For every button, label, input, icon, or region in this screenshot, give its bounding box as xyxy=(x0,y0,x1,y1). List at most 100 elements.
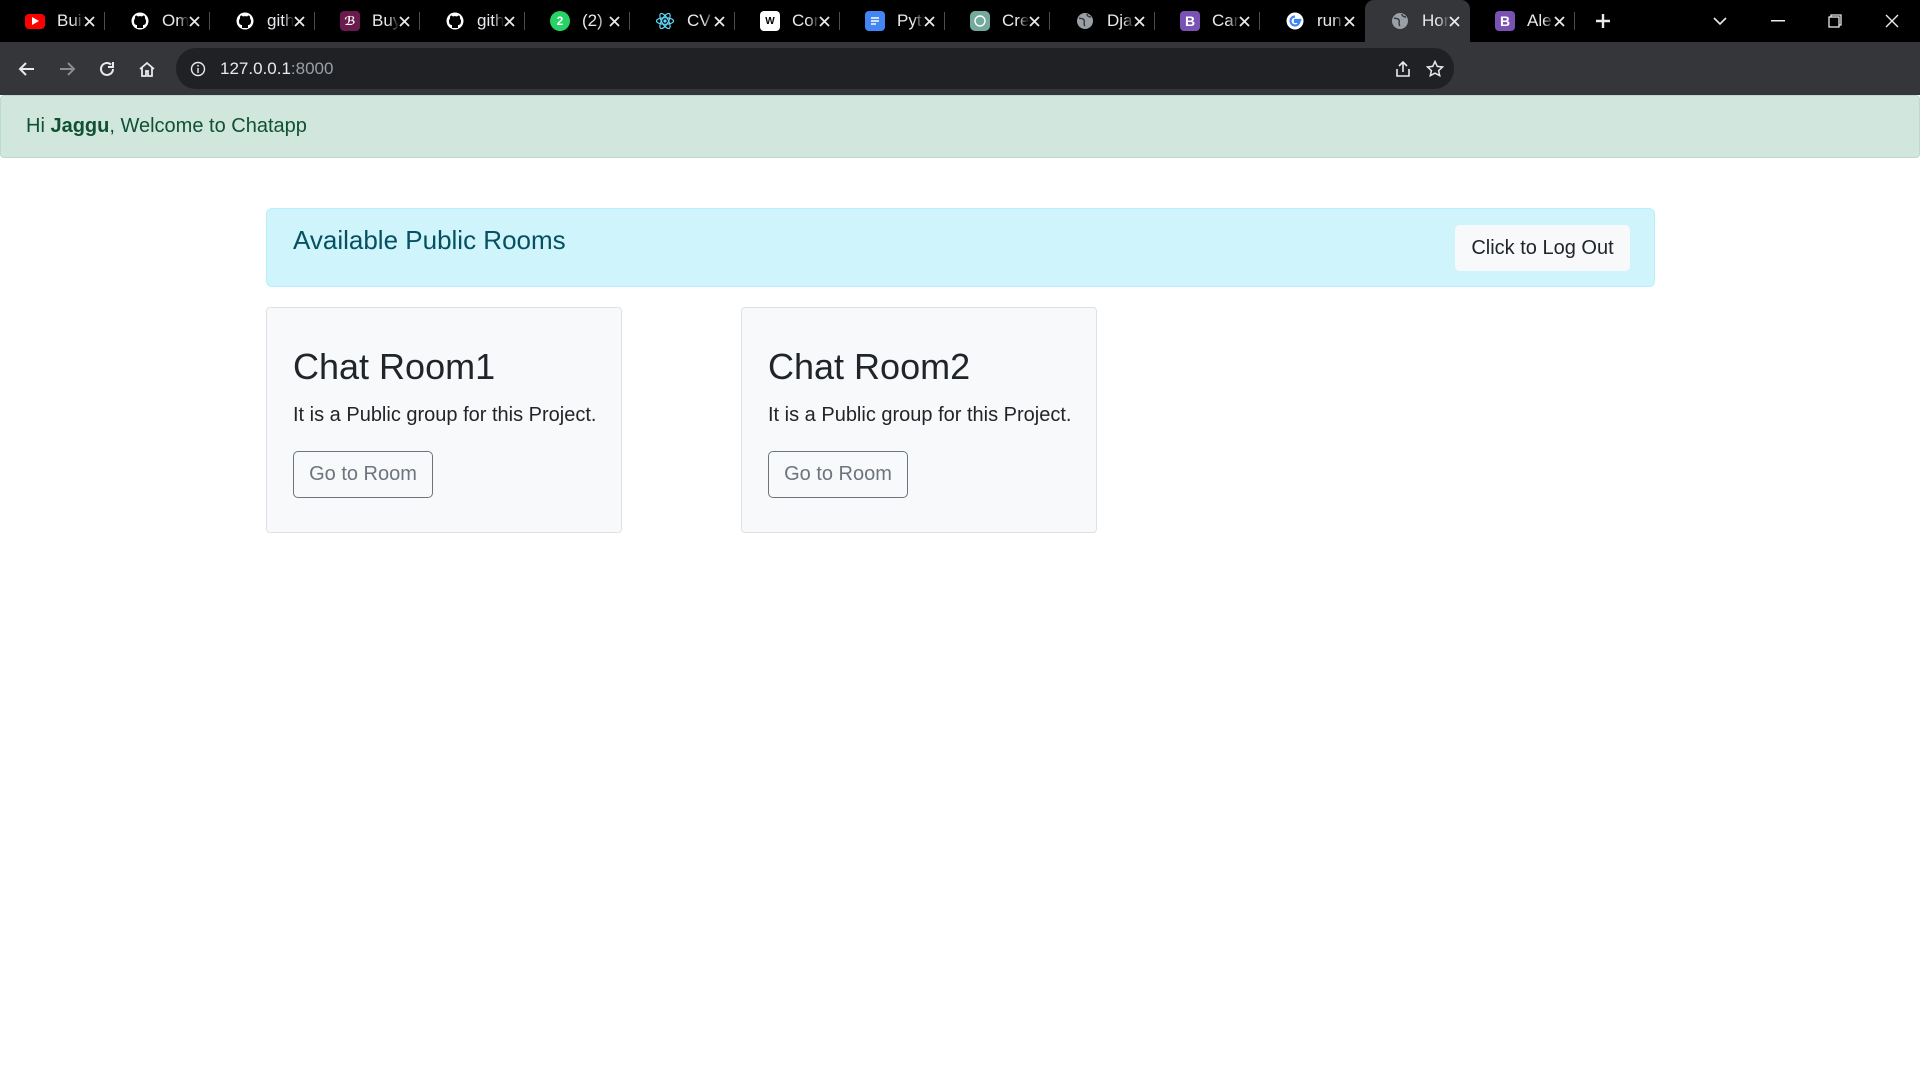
tab-title: CV xyxy=(687,11,711,30)
url-host: 127.0.0.1 xyxy=(220,58,291,78)
github-icon xyxy=(130,11,150,31)
tab-title: Pyth xyxy=(897,11,924,30)
room-name: Chat Room1 xyxy=(293,346,496,387)
tab-title: Buil xyxy=(57,11,84,30)
tab-title: Om xyxy=(162,11,189,30)
arrow-left-icon xyxy=(18,61,34,76)
bookmark-star-icon[interactable] xyxy=(1426,59,1444,78)
share-icon[interactable] xyxy=(1394,60,1412,78)
tab-strip: Buil Om gith ℬ Buy gith 2 (2) \ CV W Con Pyth Cre Dja… xyxy=(0,0,1920,42)
whatsapp-icon: 2 xyxy=(550,11,570,31)
browser-tab[interactable]: Om xyxy=(105,0,210,42)
logout-button[interactable]: Click to Log Out xyxy=(1455,225,1630,271)
buymeacoffee-icon: ℬ xyxy=(340,11,360,31)
close-icon[interactable] xyxy=(1134,12,1145,30)
room-name: Chat Room2 xyxy=(768,346,971,387)
close-icon[interactable] xyxy=(1449,12,1460,30)
window-controls xyxy=(1749,0,1920,42)
tab-title: Car xyxy=(1212,11,1239,30)
room-description: It is a Public group for this Project. xyxy=(293,404,597,426)
url-port: :8000 xyxy=(290,58,334,78)
home-icon xyxy=(139,61,155,77)
globe-icon xyxy=(1075,11,1095,31)
google-icon xyxy=(1285,11,1305,31)
browser-tab[interactable]: 2 (2) \ xyxy=(525,0,630,42)
tab-title: Cre xyxy=(1002,11,1029,30)
room-card: Chat Room1 It is a Public group for this… xyxy=(266,307,622,533)
browser-tab[interactable]: Buil xyxy=(0,0,105,42)
rooms-header: Available Public Rooms Click to Log Out xyxy=(266,208,1655,287)
reload-button[interactable] xyxy=(87,49,127,89)
tab-title: Con xyxy=(792,11,819,30)
address-bar[interactable]: 127.0.0.1:8000 xyxy=(176,48,1454,89)
browser-tab[interactable]: Pyth xyxy=(840,0,945,42)
reload-icon xyxy=(100,61,114,76)
minimize-icon xyxy=(1770,20,1785,22)
tab-title: (2) \ xyxy=(582,11,609,30)
welcome-username: Jaggu xyxy=(50,115,110,137)
w3-icon: W xyxy=(760,11,780,31)
close-icon[interactable] xyxy=(819,12,830,30)
react-icon xyxy=(655,11,675,31)
close-icon[interactable] xyxy=(924,12,935,30)
arrow-right-icon xyxy=(60,61,76,76)
new-tab-button[interactable] xyxy=(1583,0,1623,42)
tab-title: run xyxy=(1317,11,1342,30)
info-icon xyxy=(190,61,206,76)
browser-tab[interactable]: CV xyxy=(630,0,735,42)
close-icon[interactable] xyxy=(1554,12,1565,30)
bootstrap-icon: B xyxy=(1180,11,1200,31)
browser-tab[interactable]: gith xyxy=(420,0,525,42)
plus-icon xyxy=(1596,14,1610,28)
browser-tab[interactable]: B Ale xyxy=(1470,0,1575,42)
tab-title: gith xyxy=(477,11,504,30)
close-icon[interactable] xyxy=(1029,12,1040,30)
globe-icon xyxy=(1390,11,1410,31)
tab-title: gith xyxy=(267,11,294,30)
close-icon[interactable] xyxy=(189,12,200,30)
go-to-room-button[interactable]: Go to Room xyxy=(293,451,433,498)
browser-tab[interactable]: Cre xyxy=(945,0,1050,42)
forward-button[interactable] xyxy=(47,49,87,89)
welcome-suffix: , Welcome to Chatapp xyxy=(109,115,307,137)
back-button[interactable] xyxy=(7,49,47,89)
close-icon[interactable] xyxy=(504,12,515,30)
go-to-room-button[interactable]: Go to Room xyxy=(768,451,908,498)
restore-icon xyxy=(1827,14,1842,28)
home-button[interactable] xyxy=(127,49,167,89)
close-icon[interactable] xyxy=(84,12,95,30)
browser-tab[interactable]: gith xyxy=(210,0,315,42)
restore-button[interactable] xyxy=(1806,0,1863,42)
browser-tab[interactable]: Hor xyxy=(1365,0,1470,42)
browser-tab[interactable]: Dja xyxy=(1050,0,1155,42)
tab-title: Buy xyxy=(372,11,399,30)
bootstrap-icon: B xyxy=(1495,11,1515,31)
close-icon[interactable] xyxy=(1239,12,1250,30)
chevron-down-icon xyxy=(1713,17,1727,26)
room-description: It is a Public group for this Project. xyxy=(768,404,1072,426)
close-icon xyxy=(1885,14,1898,28)
tab-title: Dja xyxy=(1107,11,1133,30)
close-window-button[interactable] xyxy=(1863,0,1920,42)
browser-tab[interactable]: W Con xyxy=(735,0,840,42)
welcome-prefix: Hi xyxy=(26,115,51,137)
room-card: Chat Room2 It is a Public group for this… xyxy=(741,307,1097,533)
page-title: Available Public Rooms xyxy=(293,225,566,255)
browser-tab[interactable]: ℬ Buy xyxy=(315,0,420,42)
tab-list: Buil Om gith ℬ Buy gith 2 (2) \ CV W Con Pyth Cre Dja… xyxy=(0,0,1575,42)
close-icon[interactable] xyxy=(714,12,725,30)
tab-search-button[interactable] xyxy=(1700,0,1740,42)
browser-tab[interactable]: B Car xyxy=(1155,0,1260,42)
browser-toolbar: 127.0.0.1:8000 G xyxy=(0,42,1920,122)
close-icon[interactable] xyxy=(294,12,305,30)
openai-icon xyxy=(970,11,990,31)
minimize-button[interactable] xyxy=(1749,0,1806,42)
browser-tab[interactable]: run xyxy=(1260,0,1365,42)
tab-title: Ale xyxy=(1527,11,1552,30)
youtube-icon xyxy=(25,13,45,29)
github-icon xyxy=(235,11,255,31)
welcome-alert: Hi Jaggu, Welcome to Chatapp xyxy=(0,95,1920,158)
close-icon[interactable] xyxy=(1344,12,1355,30)
close-icon[interactable] xyxy=(609,12,620,30)
close-icon[interactable] xyxy=(399,12,410,30)
